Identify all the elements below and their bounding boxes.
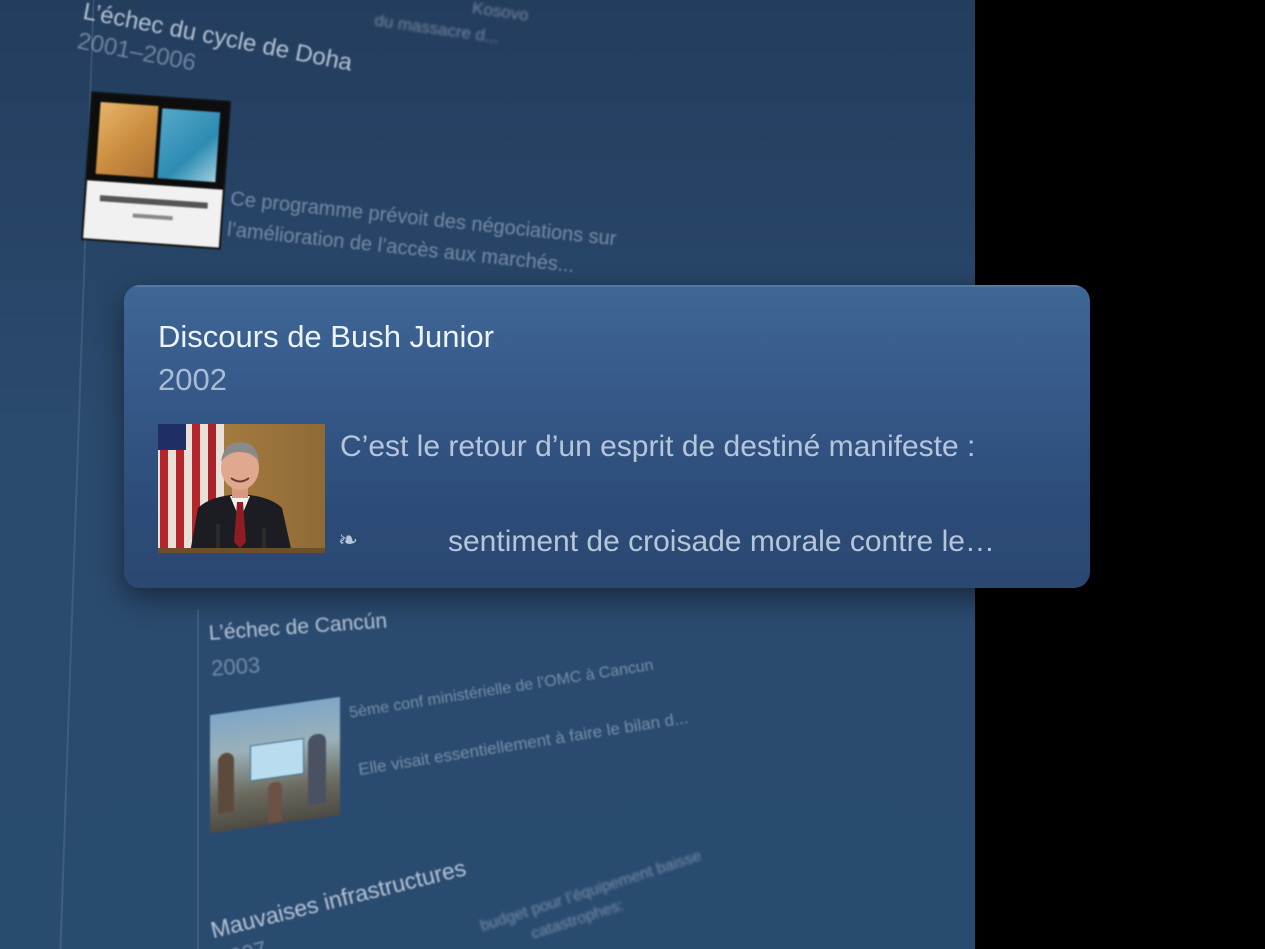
event-title: Discours de Bush Junior [158, 319, 494, 354]
timeline-item-kosovo-fragment[interactable]: Kosovo du massacre d... [373, 0, 531, 55]
screen: Kosovo du massacre d... L’échec du cycle… [0, 0, 1265, 949]
cancun-text-line1: 5ème conf ministérielle de l’OMC à Cancu… [348, 656, 655, 722]
timeline-item-doha[interactable]: L’échec du cycle de Doha 2001–2006 [75, 0, 355, 107]
cancun-text-line2: Elle visait essentiellement à faire le b… [356, 708, 690, 780]
fleuron-icon: ❧ [338, 527, 359, 554]
infra-description: budget pour l’équipement baisse catastro… [478, 847, 711, 949]
speaker-at-podium-photo [158, 424, 325, 553]
event-excerpt-line1: C’est le retour d’un esprit de destiné m… [340, 430, 976, 463]
timeline-item-infrastructures[interactable]: Mauvaises infrastructures 2007 [208, 855, 476, 949]
cancun-year: 2003 [210, 652, 261, 681]
event-excerpt-line2: sentiment de croisade morale contre le… [448, 525, 995, 558]
event-year: 2002 [158, 362, 227, 397]
doha-description: Ce programme prévoit des négociations su… [226, 184, 618, 286]
event-detail-card[interactable]: Discours de Bush Junior 2002 C’est le re… [124, 285, 1090, 588]
timeline-axis-lower [197, 610, 199, 949]
protest-march-image [210, 696, 340, 834]
timeline-item-cancun[interactable]: L’échec de Cancún 2003 [208, 610, 390, 682]
cancun-title: L’échec de Cancún [208, 609, 388, 645]
cancun-description: 5ème conf ministérielle de l’OMC à Cancu… [348, 652, 690, 781]
doha-conference-image [80, 91, 232, 250]
